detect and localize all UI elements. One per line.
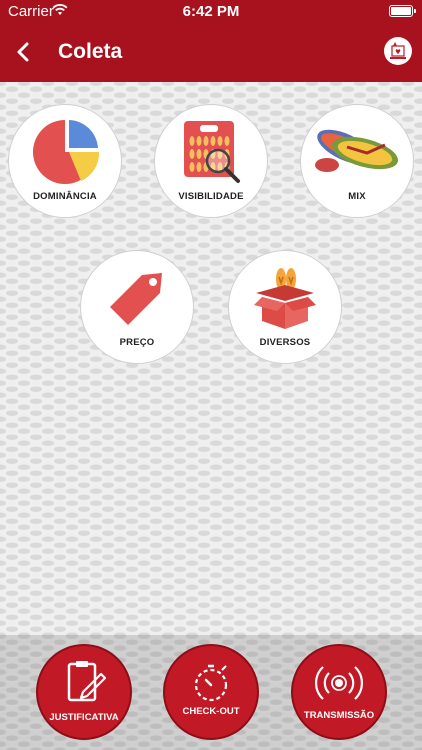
check-out-button[interactable]: CHECK-OUT [163,644,259,740]
tile-label: PREÇO [119,337,155,348]
tile-dominancia[interactable]: DOMINÂNCIA [8,104,122,218]
back-button[interactable] [10,38,38,66]
main-content: DOMINÂNCIA VISIBILIDADE MIX PREÇO DIVERS… [0,82,422,635]
clock: 6:42 PM [182,3,240,20]
chevron-left-icon [17,42,29,62]
transmissao-button[interactable]: TRANSMISSÃO [291,644,387,740]
broadcast-icon [315,666,363,700]
footer-bar: JUSTIFICATIVA CHECK-OUT TRANSMISSÃO [0,635,422,750]
button-label: JUSTIFICATIVA [49,712,119,723]
tile-preco[interactable]: PREÇO [80,250,194,364]
loja-logo-icon[interactable] [384,37,412,65]
display-magnifier-icon [184,121,240,183]
app-header: Carrier 6:42 PM Coleta [0,0,422,82]
tile-label: VISIBILIDADE [178,191,244,202]
justificativa-button[interactable]: JUSTIFICATIVA [36,644,132,740]
page-title: Coleta [58,40,123,63]
status-bar: Carrier 6:42 PM [0,0,422,24]
timer-icon [194,664,228,702]
tile-label: DIVERSOS [259,337,311,348]
button-label: CHECK-OUT [182,706,240,717]
pie-chart-icon [33,120,100,184]
tile-mix[interactable]: MIX [300,104,414,218]
clipboard-icon [67,661,107,702]
tile-visibilidade[interactable]: VISIBILIDADE [154,104,268,218]
button-label: TRANSMISSÃO [303,710,375,721]
tile-label: DOMINÂNCIA [33,191,97,202]
box-icon [254,268,316,329]
battery-icon [389,5,416,17]
flip-flops-icon [315,129,399,172]
price-tag-icon [110,273,162,325]
tile-label: MIX [348,191,366,202]
tile-diversos[interactable]: DIVERSOS [228,250,342,364]
